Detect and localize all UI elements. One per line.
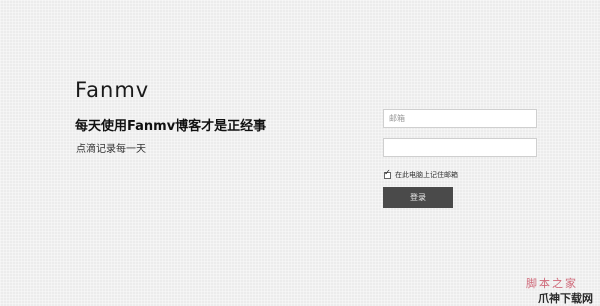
watermark-text: 脚本之家 [526, 277, 578, 290]
check-icon: ✓ [384, 167, 391, 177]
password-field[interactable] [383, 138, 537, 157]
remember-email-option[interactable]: ✓ 在此电脑上记住邮箱 [384, 167, 458, 180]
brand-logo: Fanmv [75, 78, 150, 102]
watermark-subtext: 爪神下载网 [538, 292, 593, 305]
remember-email-checkbox[interactable]: ✓ [384, 167, 391, 179]
page-tagline: 每天使用Fanmv博客才是正经事 [75, 119, 267, 134]
page-subline: 点滴记录每一天 [76, 144, 146, 155]
remember-email-label: 在此电脑上记住邮箱 [395, 171, 458, 179]
login-button[interactable]: 登录 [383, 187, 453, 208]
email-field[interactable] [383, 109, 537, 128]
